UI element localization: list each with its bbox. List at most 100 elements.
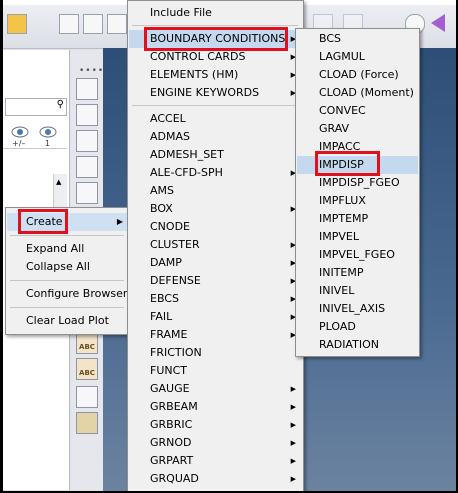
annotation-box-boundary-conditions bbox=[144, 27, 288, 51]
menu-item-impvel[interactable]: IMPVEL bbox=[297, 228, 418, 246]
menu-item-label: GRNOD bbox=[150, 436, 192, 449]
menu-item-label: BOX bbox=[150, 202, 173, 215]
menu-item-configure-browser[interactable]: Configure Browser bbox=[7, 285, 127, 303]
delete-icon[interactable] bbox=[83, 14, 103, 34]
menu-item-inivel[interactable]: INIVEL bbox=[297, 282, 418, 300]
separator bbox=[132, 105, 298, 106]
folder-icon[interactable] bbox=[7, 14, 27, 34]
menu-item-initemp[interactable]: INITEMP bbox=[297, 264, 418, 282]
menu-item-label: ADMAS bbox=[150, 130, 190, 143]
menu-item-ams[interactable]: AMS bbox=[129, 182, 302, 200]
menu-item-lagmul[interactable]: LAGMUL bbox=[297, 48, 418, 66]
window-icon[interactable] bbox=[107, 14, 127, 34]
menu-item-radiation[interactable]: RADIATION bbox=[297, 336, 418, 354]
label-abc-icon[interactable]: ABC bbox=[76, 358, 98, 380]
browser-search-input[interactable]: ⚲ bbox=[5, 98, 67, 116]
menu-item-label: ACCEL bbox=[150, 112, 186, 125]
menu-item-bcs[interactable]: BCS bbox=[297, 30, 418, 48]
menu-item-impflux[interactable]: IMPFLUX bbox=[297, 192, 418, 210]
menu-item-label: ENGINE KEYWORDS bbox=[150, 86, 260, 99]
annotation-box-create bbox=[18, 209, 68, 234]
surface-icon[interactable] bbox=[76, 412, 98, 434]
menu-item-label: CNODE bbox=[150, 220, 190, 233]
menu-item-label: GAUGE bbox=[150, 382, 190, 395]
menu-item-damp[interactable]: DAMP ▶ bbox=[129, 254, 302, 272]
search-icon: ⚲ bbox=[56, 99, 64, 110]
pin-icon[interactable] bbox=[76, 386, 98, 408]
eye-icon[interactable] bbox=[39, 125, 57, 139]
menu-item-admas[interactable]: ADMAS bbox=[129, 128, 302, 146]
menu-item-cload-force[interactable]: CLOAD (Force) bbox=[297, 66, 418, 84]
menu-item-label: GRBEAM bbox=[150, 400, 198, 413]
mesh-icon[interactable] bbox=[76, 130, 98, 152]
menu-item-imptemp[interactable]: IMPTEMP bbox=[297, 210, 418, 228]
back-arrow-icon[interactable] bbox=[431, 14, 445, 32]
menu-item-ebcs[interactable]: EBCS ▶ bbox=[129, 290, 302, 308]
menu-item-label: FRAME bbox=[150, 328, 188, 341]
menu-item-defense[interactable]: DEFENSE ▶ bbox=[129, 272, 302, 290]
menu-item-cluster[interactable]: CLUSTER ▶ bbox=[129, 236, 302, 254]
menu-item-label: FAIL bbox=[150, 310, 173, 323]
scroll-up-icon[interactable]: ▲ bbox=[56, 178, 61, 186]
eye-label-one: 1 bbox=[45, 139, 51, 148]
menu-item-grbeam[interactable]: GRBEAM ▶ bbox=[129, 398, 302, 416]
menu-item-label: GRQUAD bbox=[150, 472, 199, 485]
menu-item-label: AMS bbox=[150, 184, 174, 197]
submenu-arrow-icon: ▶ bbox=[290, 439, 296, 447]
menu-item-impvel-fgeo[interactable]: IMPVEL_FGEO bbox=[297, 246, 418, 264]
menu-item-convec[interactable]: CONVEC bbox=[297, 102, 418, 120]
submenu-arrow-icon: ▶ bbox=[290, 457, 296, 465]
label-abc-icon[interactable]: ABC bbox=[76, 332, 98, 354]
grid-icon[interactable] bbox=[76, 78, 98, 100]
menu-item-inivel-axis[interactable]: INIVEL_AXIS bbox=[297, 300, 418, 318]
menu-item-clear-load-plot[interactable]: Clear Load Plot bbox=[7, 312, 127, 330]
menu-item-label: EBCS bbox=[150, 292, 179, 305]
menu-item-admesh-set[interactable]: ADMESH_SET bbox=[129, 146, 302, 164]
separator bbox=[10, 235, 124, 236]
eye-icon[interactable] bbox=[11, 125, 29, 139]
add-icon[interactable] bbox=[59, 14, 79, 34]
menu-item-friction[interactable]: FRICTION bbox=[129, 344, 302, 362]
mesh-edit-icon[interactable] bbox=[76, 156, 98, 178]
menu-item-accel[interactable]: ACCEL bbox=[129, 110, 302, 128]
menu-item-label: ELEMENTS (HM) bbox=[150, 68, 239, 81]
menu-item-ale-cfd-sph[interactable]: ALE-CFD-SPH ▶ bbox=[129, 164, 302, 182]
submenu-arrow-icon: ▶ bbox=[116, 217, 123, 226]
menu-item-funct[interactable]: FUNCT bbox=[129, 362, 302, 380]
menu-item-impdisp-fgeo[interactable]: IMPDISP_FGEO bbox=[297, 174, 418, 192]
menu-item-label: GRPART bbox=[150, 454, 194, 467]
menu-item-grav[interactable]: GRAV bbox=[297, 120, 418, 138]
menu-item-pload[interactable]: PLOAD bbox=[297, 318, 418, 336]
submenu-arrow-icon: ▶ bbox=[290, 385, 296, 393]
menu-item-frame[interactable]: FRAME ▶ bbox=[129, 326, 302, 344]
menu-item-label: ALE-CFD-SPH bbox=[150, 166, 223, 179]
menu-item-collapse-all[interactable]: Collapse All bbox=[7, 258, 127, 276]
menu-item-label: CLUSTER bbox=[150, 238, 200, 251]
menu-item-label: FRICTION bbox=[150, 346, 202, 359]
menu-item-label: CONTROL CARDS bbox=[150, 50, 246, 63]
menu-item-grpart[interactable]: GRPART ▶ bbox=[129, 452, 302, 470]
menu-item-expand-all[interactable]: Expand All bbox=[7, 240, 127, 258]
menu-item-include-file[interactable]: Include File bbox=[129, 4, 302, 22]
menu-item-label: GRBRIC bbox=[150, 418, 193, 431]
menu-item-cload-moment[interactable]: CLOAD (Moment) bbox=[297, 84, 418, 102]
divider bbox=[3, 148, 67, 149]
create-submenu: Include File BOUNDARY CONDITIONS ▶ CONTROL… bbox=[127, 0, 304, 491]
menu-item-label: DAMP bbox=[150, 256, 182, 269]
submenu-arrow-icon: ▶ bbox=[290, 403, 296, 411]
menu-item-elements-hm[interactable]: ELEMENTS (HM) ▶ bbox=[129, 66, 302, 84]
menu-item-fail[interactable]: FAIL ▶ bbox=[129, 308, 302, 326]
menu-item-grquad[interactable]: GRQUAD ▶ bbox=[129, 470, 302, 488]
mesh-delete-icon[interactable] bbox=[76, 104, 98, 126]
menu-item-grbric[interactable]: GRBRIC ▶ bbox=[129, 416, 302, 434]
menu-item-box[interactable]: BOX ▶ bbox=[129, 200, 302, 218]
menu-item-engine-keywords[interactable]: ENGINE KEYWORDS ▶ bbox=[129, 84, 302, 102]
separator bbox=[10, 280, 124, 281]
menu-item-gauge[interactable]: GAUGE ▶ bbox=[129, 380, 302, 398]
toolbar-grip: •••• bbox=[79, 66, 105, 76]
menu-item-cnode[interactable]: CNODE bbox=[129, 218, 302, 236]
separator bbox=[132, 25, 298, 26]
menu-item-grnod[interactable]: GRNOD ▶ bbox=[129, 434, 302, 452]
submenu-arrow-icon: ▶ bbox=[290, 475, 296, 483]
mesh-split-icon[interactable] bbox=[76, 182, 98, 204]
